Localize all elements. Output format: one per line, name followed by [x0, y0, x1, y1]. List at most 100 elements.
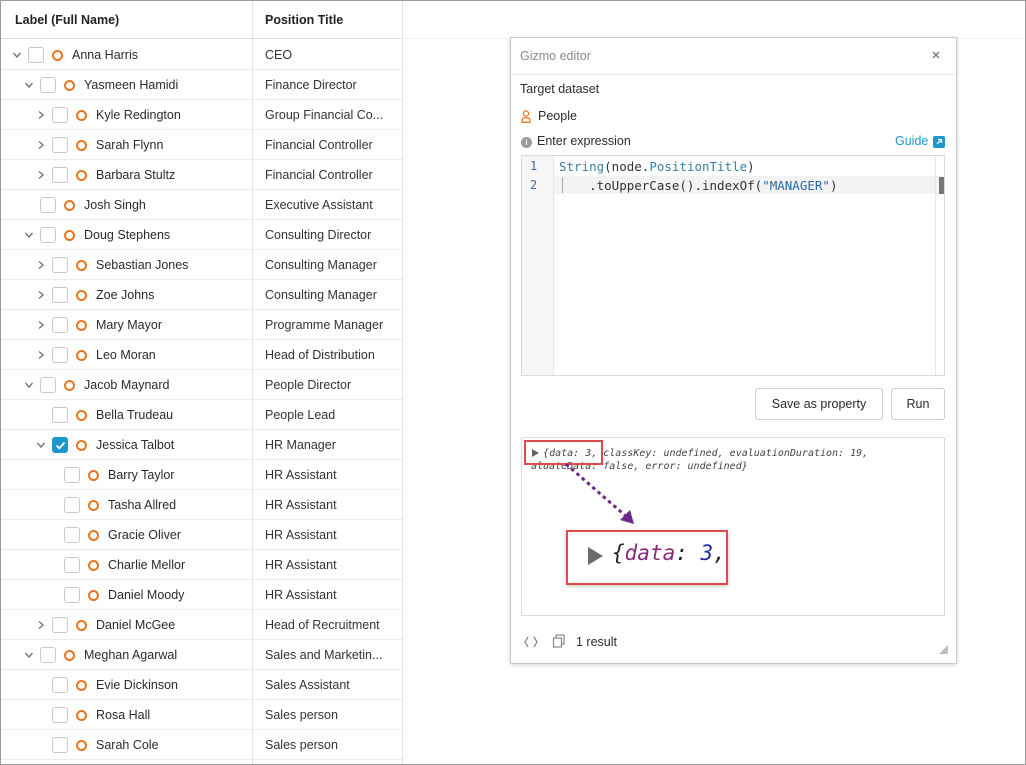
- row-checkbox[interactable]: [64, 557, 80, 573]
- name-cell: Evie Dickinson: [1, 670, 252, 700]
- chevron-down-icon[interactable]: [23, 649, 35, 661]
- row-checkbox[interactable]: [40, 197, 56, 213]
- name-cell: Sebastian Jones: [1, 250, 252, 280]
- name-cell: Gracie Oliver: [1, 520, 252, 550]
- row-name: Leo Moran: [96, 348, 156, 362]
- table-row[interactable]: Jessica Talbot HR Manager: [1, 430, 402, 460]
- table-row[interactable]: Josh Singh Executive Assistant: [1, 190, 402, 220]
- chevron-right-icon[interactable]: [35, 319, 47, 331]
- row-name: Evie Dickinson: [96, 678, 178, 692]
- code-token: "MANAGER": [762, 178, 830, 193]
- chevron-down-icon[interactable]: [23, 79, 35, 91]
- row-position: Finance Director: [265, 78, 357, 92]
- table-row[interactable]: Daniel McGee Head of Recruitment: [1, 610, 402, 640]
- table-row[interactable]: Meghan Agarwal Sales and Marketin...: [1, 640, 402, 670]
- row-checkbox[interactable]: [40, 647, 56, 663]
- close-icon[interactable]: [930, 49, 942, 61]
- row-position: Consulting Manager: [265, 288, 377, 302]
- table-row[interactable]: Rosa Hall Sales person: [1, 700, 402, 730]
- row-checkbox[interactable]: [40, 377, 56, 393]
- column-header-position[interactable]: Position Title: [265, 13, 343, 27]
- table-row[interactable]: Evie Dickinson Sales Assistant: [1, 670, 402, 700]
- code-braces-icon[interactable]: [524, 636, 538, 648]
- row-position: Executive Assistant: [265, 198, 373, 212]
- resize-handle-icon[interactable]: [939, 645, 948, 654]
- row-checkbox[interactable]: [64, 497, 80, 513]
- row-checkbox[interactable]: [52, 107, 68, 123]
- row-checkbox[interactable]: [52, 137, 68, 153]
- row-checkbox[interactable]: [52, 677, 68, 693]
- row-checkbox[interactable]: [52, 257, 68, 273]
- table-row[interactable]: Barbara Stultz Financial Controller: [1, 160, 402, 190]
- table-row[interactable]: Leo Moran Head of Distribution: [1, 340, 402, 370]
- row-checkbox[interactable]: [52, 617, 68, 633]
- row-name: Meghan Agarwal: [84, 648, 178, 662]
- chevron-right-icon[interactable]: [35, 259, 47, 271]
- editor-scrollbar-thumb[interactable]: [939, 177, 944, 194]
- row-name: Tasha Allred: [108, 498, 177, 512]
- name-cell: Leo Moran: [1, 340, 252, 370]
- row-checkbox[interactable]: [52, 167, 68, 183]
- row-position: HR Assistant: [265, 528, 337, 542]
- row-checkbox[interactable]: [64, 527, 80, 543]
- dataset-name[interactable]: People: [538, 109, 577, 123]
- node-icon: [64, 80, 75, 91]
- row-name: Doug Stephens: [84, 228, 171, 242]
- zoom-sep: :: [675, 541, 701, 565]
- table-row[interactable]: Zoe Johns Consulting Manager: [1, 280, 402, 310]
- table-row[interactable]: Gracie Oliver HR Assistant: [1, 520, 402, 550]
- chevron-down-icon[interactable]: [11, 49, 23, 61]
- guide-link[interactable]: Guide: [895, 134, 928, 148]
- table-row[interactable]: Sarah Cole Sales person: [1, 730, 402, 760]
- code-line-2[interactable]: .toUpperCase().indexOf("MANAGER"): [559, 178, 837, 193]
- row-checkbox[interactable]: [52, 407, 68, 423]
- chevron-right-icon[interactable]: [35, 619, 47, 631]
- node-icon: [76, 680, 87, 691]
- chevron-right-icon[interactable]: [35, 109, 47, 121]
- table-row[interactable]: Bella Trudeau People Lead: [1, 400, 402, 430]
- row-checkbox[interactable]: [52, 287, 68, 303]
- table-row[interactable]: Kyle Redington Group Financial Co...: [1, 100, 402, 130]
- save-as-property-button[interactable]: Save as property: [755, 388, 883, 420]
- table-row[interactable]: Jacob Maynard People Director: [1, 370, 402, 400]
- table-row[interactable]: Anna Harris CEO: [1, 40, 402, 70]
- chevron-right-icon[interactable]: [35, 289, 47, 301]
- copy-icon[interactable]: [552, 634, 566, 648]
- table-row[interactable]: Sarah Flynn Financial Controller: [1, 130, 402, 160]
- code-line-1[interactable]: String(node.PositionTitle): [559, 159, 755, 174]
- row-checkbox[interactable]: [64, 467, 80, 483]
- row-checkbox[interactable]: [52, 347, 68, 363]
- row-checkbox[interactable]: [40, 227, 56, 243]
- chevron-down-icon[interactable]: [23, 229, 35, 241]
- row-checkbox[interactable]: [52, 317, 68, 333]
- node-icon: [76, 260, 87, 271]
- node-icon: [76, 440, 87, 451]
- chevron-down-icon[interactable]: [23, 379, 35, 391]
- table-row[interactable]: Doug Stephens Consulting Director: [1, 220, 402, 250]
- gizmo-editor-panel: Gizmo editor Target dataset People i Ent…: [510, 37, 957, 664]
- external-link-icon[interactable]: [933, 136, 945, 148]
- row-name: Daniel Moody: [108, 588, 185, 602]
- row-checkbox[interactable]: [40, 77, 56, 93]
- row-checkbox[interactable]: [52, 707, 68, 723]
- node-icon: [76, 620, 87, 631]
- table-row[interactable]: Yasmeen Hamidi Finance Director: [1, 70, 402, 100]
- table-row[interactable]: Barry Taylor HR Assistant: [1, 460, 402, 490]
- row-checkbox[interactable]: [28, 47, 44, 63]
- row-checkbox[interactable]: [64, 587, 80, 603]
- chevron-down-icon[interactable]: [35, 439, 47, 451]
- chevron-right-icon[interactable]: [35, 169, 47, 181]
- row-checkbox[interactable]: [52, 737, 68, 753]
- table-row[interactable]: Mary Mayor Programme Manager: [1, 310, 402, 340]
- table-row[interactable]: Charlie Mellor HR Assistant: [1, 550, 402, 580]
- table-row[interactable]: Daniel Moody HR Assistant: [1, 580, 402, 610]
- chevron-right-icon[interactable]: [35, 349, 47, 361]
- expression-editor[interactable]: 1 2 String(node.PositionTitle) .toUpperC…: [521, 155, 945, 376]
- chevron-right-icon[interactable]: [35, 139, 47, 151]
- table-row[interactable]: Sebastian Jones Consulting Manager: [1, 250, 402, 280]
- column-header-label[interactable]: Label (Full Name): [15, 13, 119, 27]
- row-checkbox[interactable]: [52, 437, 68, 453]
- row-name: Jessica Talbot: [96, 438, 175, 452]
- table-row[interactable]: Tasha Allred HR Assistant: [1, 490, 402, 520]
- run-button[interactable]: Run: [891, 388, 945, 420]
